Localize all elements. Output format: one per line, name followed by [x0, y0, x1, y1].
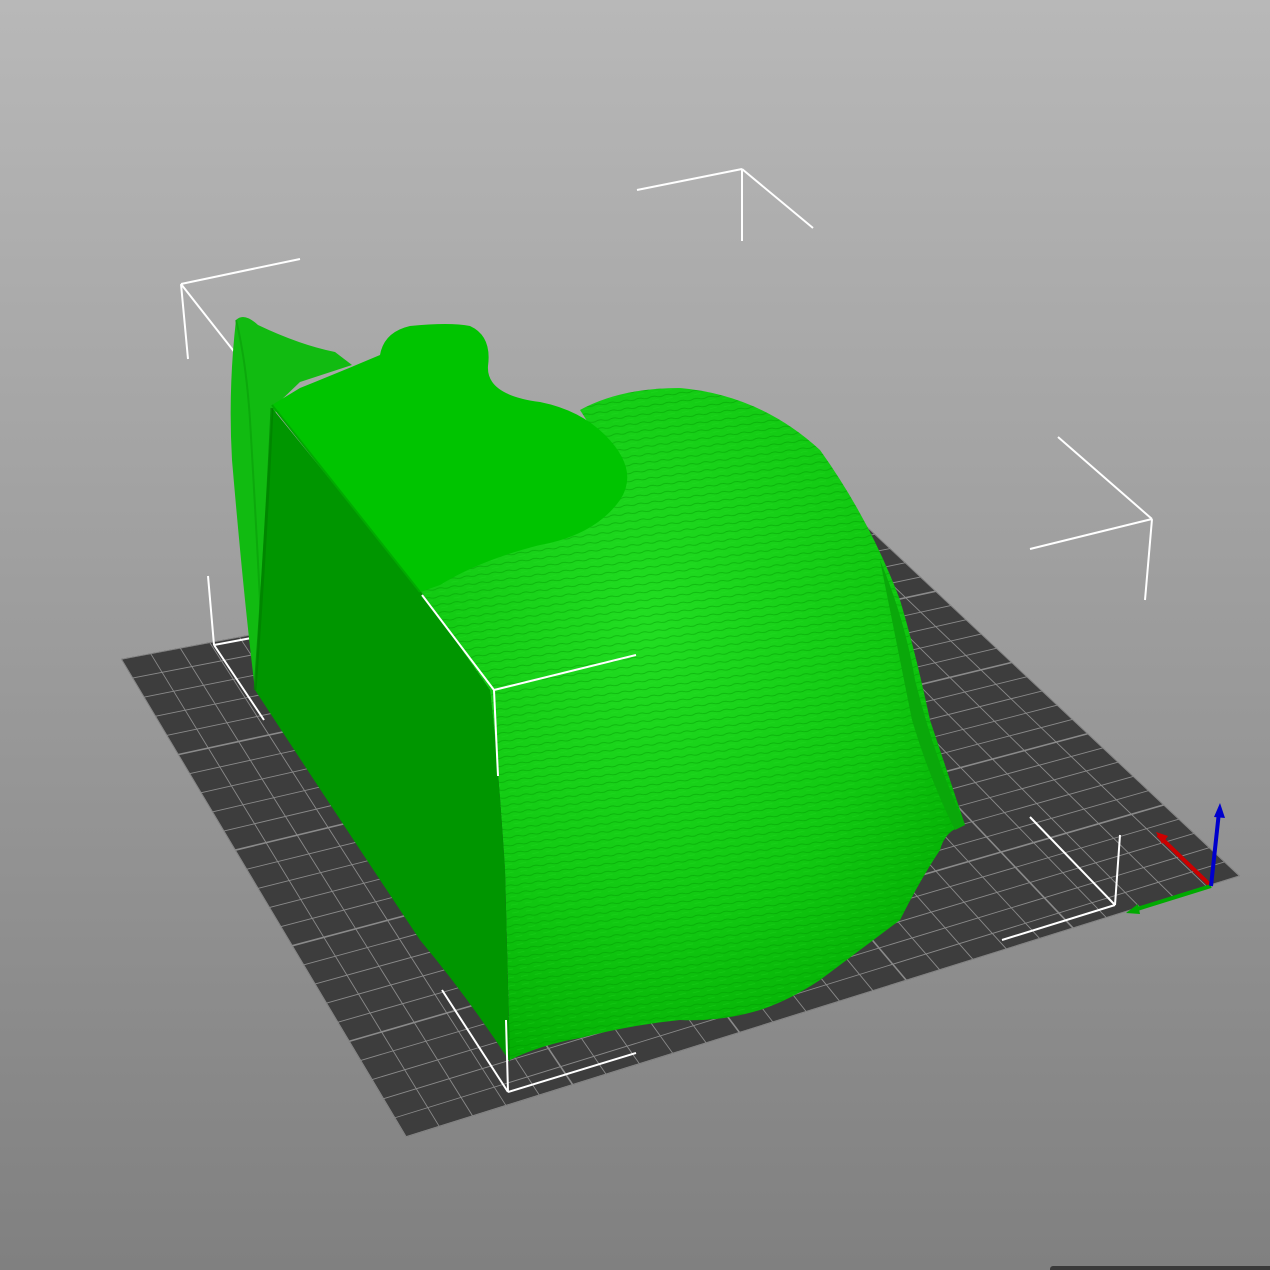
- scene-canvas[interactable]: [0, 0, 1270, 1270]
- 3d-viewport[interactable]: [0, 0, 1270, 1270]
- status-bar-edge: [1050, 1266, 1270, 1270]
